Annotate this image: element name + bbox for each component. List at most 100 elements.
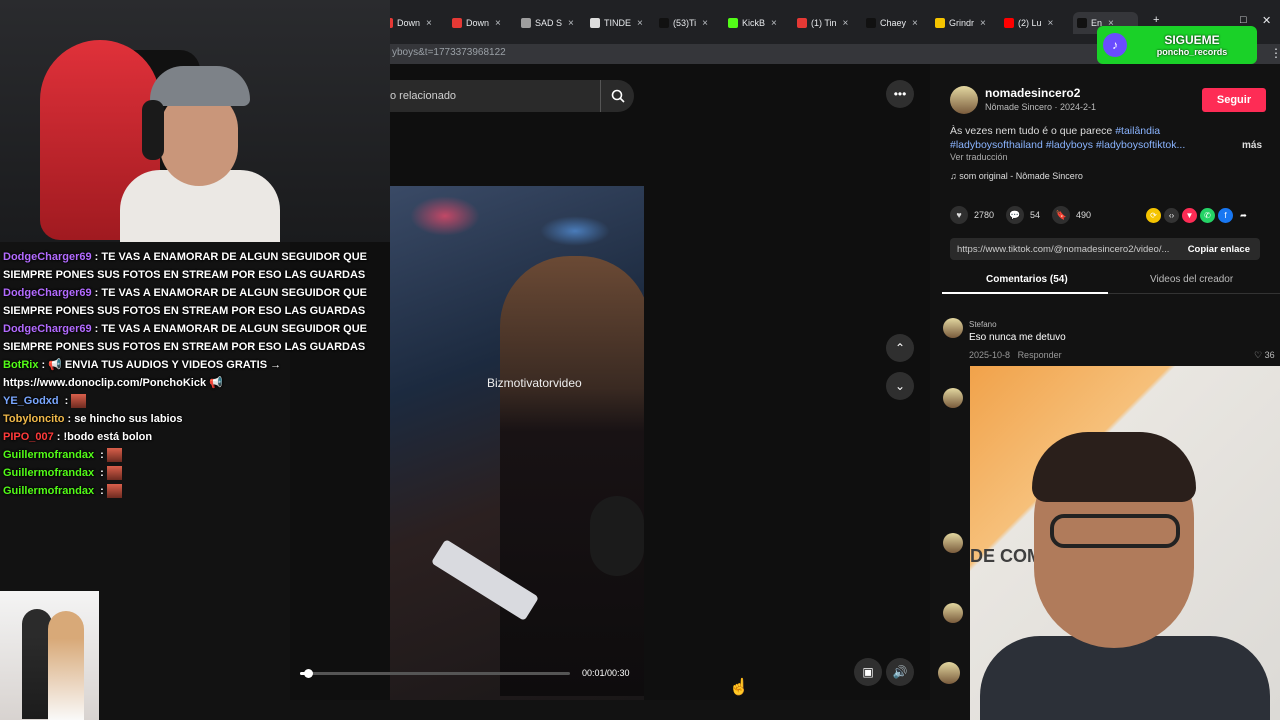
repost-icon[interactable]: ⟳ [1146,208,1161,223]
tab-favicon-icon [1004,18,1014,28]
guest-webcam: DE COM [970,366,1280,720]
tab-close-icon[interactable]: × [771,18,777,29]
chat-message: Tobyloncito: se hincho sus labios [0,410,380,428]
chat-text: : [97,449,104,461]
more-link[interactable]: más [1242,140,1262,151]
tab-close-icon[interactable]: × [912,18,918,29]
commenter-avatar[interactable] [943,603,963,623]
heart-icon[interactable]: ♥ [950,206,968,224]
comment-like[interactable]: ♡ 36 [1254,350,1275,361]
translate-link[interactable]: Ver traducción [950,152,1008,162]
tab-close-icon[interactable]: × [568,18,574,29]
pip-button[interactable]: ▣ [854,658,882,686]
tab-comments[interactable]: Comentarios (54) [986,274,1068,285]
browser-tab[interactable]: KickB × [728,12,793,34]
whatsapp-icon[interactable]: ✆ [1200,208,1215,223]
follow-button[interactable]: Seguir [1202,88,1266,112]
next-video-button[interactable]: ⌄ [886,372,914,400]
tab-close-icon[interactable]: × [843,18,849,29]
browser-tab[interactable]: (1) Tin × [797,12,862,34]
browser-tab[interactable]: (2) Lu × [1004,12,1069,34]
video-person [500,256,644,696]
commenter-avatar[interactable] [943,533,963,553]
chat-username[interactable]: YE_Godxd [3,395,59,407]
commenter-avatar[interactable] [943,388,963,408]
chat-message: DodgeCharger69: TE VAS A ENAMORAR DE ALG… [0,248,380,284]
chat-username[interactable]: DodgeCharger69 [3,287,92,299]
chat-username[interactable]: DodgeCharger69 [3,323,92,335]
volume-button[interactable]: 🔊 [886,658,914,686]
reply-button[interactable]: Responder [1018,350,1062,360]
tab-close-icon[interactable]: × [980,18,986,29]
more-options-button[interactable]: ••• [886,80,914,108]
glasses [1050,514,1180,548]
comment-text: Eso nunca me detuvo [969,332,1066,343]
likes-count: 2780 [974,210,995,220]
tab-close-icon[interactable]: × [426,18,432,29]
tab-label: TINDE [604,18,631,28]
chat-username[interactable]: PIPO_007 [3,431,54,443]
browser-tab[interactable]: TINDE × [590,12,655,34]
progress-bar[interactable] [300,669,570,678]
search-bar[interactable]: o relacionado [380,80,634,112]
video-time: 00:01/00:30 [582,668,630,678]
bookmark-icon[interactable]: 🔖 [1052,206,1071,224]
embed-icon[interactable]: ‹› [1164,208,1179,223]
saves-count: 490 [1076,210,1092,220]
commenter-avatar[interactable] [943,318,963,338]
author-avatar[interactable] [950,86,978,114]
active-tab-underline [942,292,1108,294]
close-window-icon[interactable]: ✕ [1262,14,1271,27]
browser-tab[interactable]: Down × [383,12,448,34]
chat-username[interactable]: Guillermofrandax [3,467,94,479]
chat-username[interactable]: BotRix [3,359,38,371]
send-icon[interactable]: ▼ [1182,208,1197,223]
tab-close-icon[interactable]: × [702,18,708,29]
music-row[interactable]: ♫ som original - Nômade Sincero [950,171,1083,181]
chat-message: YE_Godxd : [0,392,380,410]
tab-close-icon[interactable]: × [1048,18,1054,29]
background-sign: DE COM [970,546,1042,566]
share-arrow-icon[interactable]: ➦ [1236,208,1251,223]
chat-emote-icon [106,484,122,499]
browser-tab[interactable]: Grindr × [935,12,1000,34]
facebook-icon[interactable]: f [1218,208,1233,223]
tab-favicon-icon [1077,18,1087,28]
chat-username[interactable]: Guillermofrandax [3,485,94,497]
browser-tab[interactable]: SAD S × [521,12,586,34]
heart-outline-icon: ♡ [1254,350,1265,360]
chat-message: BotRix: 📢 ENVIA TUS AUDIOS Y VIDEOS GRAT… [0,356,380,392]
tab-favicon-icon [935,18,945,28]
maximize-icon[interactable]: □ [1240,14,1247,26]
chat-username[interactable]: Guillermofrandax [3,449,94,461]
video-watermark: Bizmotivatorvideo [487,376,582,390]
music-name[interactable]: som original - Nômade Sincero [959,171,1083,181]
search-input[interactable]: o relacionado [390,90,600,102]
comment-username[interactable]: Stefano [969,320,997,329]
chat-username[interactable]: DodgeCharger69 [3,251,92,263]
commenter-avatar[interactable] [938,662,960,684]
video-player[interactable] [390,186,644,700]
browser-tab[interactable]: Down × [452,12,517,34]
chat-text: : [97,485,104,497]
video-caption: Às vezes nem tudo é o que parece #tailân… [950,124,1220,152]
menu-icon[interactable]: ⋮ [1270,46,1280,60]
tab-close-icon[interactable]: × [637,18,643,29]
progress-knob[interactable] [304,669,314,678]
browser-tab[interactable]: (53)Ti × [659,12,724,34]
share-link[interactable]: https://www.tiktok.com/@nomadesincero2/v… [957,244,1178,255]
new-tab-icon[interactable]: + [1153,14,1159,26]
author-name[interactable]: nomadesincero2 [985,86,1080,100]
tab-close-icon[interactable]: × [495,18,501,29]
stream-chat: DodgeCharger69: TE VAS A ENAMORAR DE ALG… [0,248,380,500]
url-text[interactable]: yboys&t=1773373968122 [392,47,506,58]
comment-icon[interactable]: 💬 [1006,206,1025,224]
chat-username[interactable]: Tobyloncito [3,413,65,425]
browser-tab[interactable]: Chaey × [866,12,931,34]
author-meta: Nômade Sincero · 2024-2-1 [985,102,1097,112]
copy-link-button[interactable]: Copiar enlace [1178,244,1260,255]
previous-video-button[interactable]: ⌃ [886,334,914,362]
tab-creator-videos[interactable]: Videos del creador [1150,274,1233,285]
search-button[interactable] [600,80,634,112]
tab-label: KickB [742,18,766,28]
